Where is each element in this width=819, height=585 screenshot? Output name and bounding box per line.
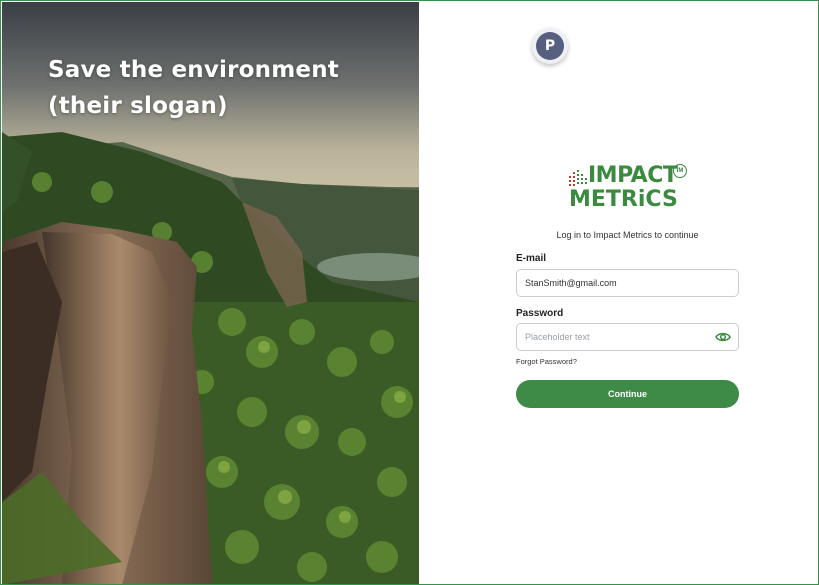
email-label: E-mail (516, 253, 547, 264)
email-field[interactable] (516, 269, 739, 297)
eye-icon[interactable] (715, 331, 731, 343)
logo-text-metrics: METRiCS (569, 187, 678, 212)
impact-metrics-logo: IMPACT iM METRiCS (567, 164, 689, 214)
hero-slogan-line2: (their slogan) (48, 93, 228, 119)
bar-chart-icon (569, 170, 587, 186)
forgot-password-link[interactable]: Forgot Password? (516, 357, 577, 366)
password-label: Password (516, 308, 564, 319)
logo-text-impact: IMPACT (588, 163, 678, 188)
logo-badge: iM (673, 164, 687, 178)
hero-slogan-line1: Save the environment (48, 57, 339, 83)
login-page: Save the environment (their slogan) P IM… (0, 0, 819, 585)
user-avatar[interactable]: P (532, 28, 568, 64)
hero-image-panel: Save the environment (their slogan) (2, 2, 419, 584)
login-subtitle: Log in to Impact Metrics to continue (556, 230, 699, 240)
hero-slogan: Save the environment (their slogan) (48, 52, 378, 124)
continue-button[interactable]: Continue (516, 380, 739, 408)
avatar-initial: P (536, 32, 564, 60)
password-field[interactable] (516, 323, 739, 351)
